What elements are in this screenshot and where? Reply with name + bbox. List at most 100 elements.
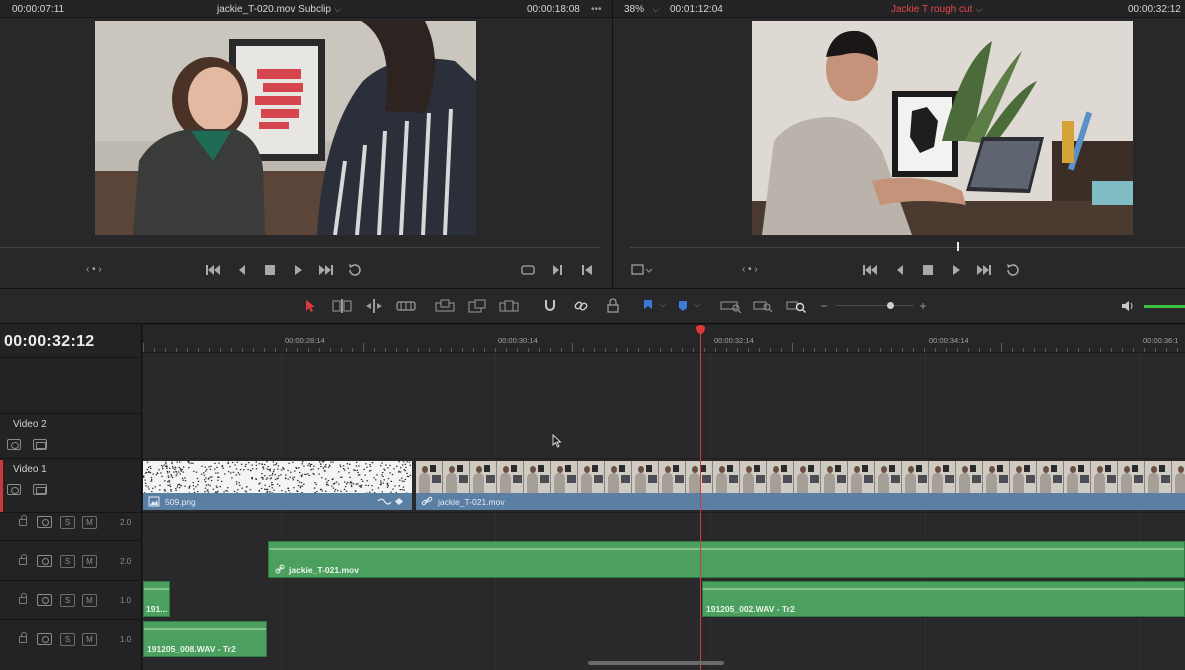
- audio-monitor-icon[interactable]: [37, 633, 52, 645]
- noise-dot: [167, 481, 169, 483]
- audio-clip-mov[interactable]: jackie_T-021.mov: [268, 541, 1185, 578]
- skip-to-end-icon[interactable]: [976, 262, 992, 278]
- noise-dot: [381, 474, 383, 476]
- source-scrub-bar[interactable]: [0, 247, 600, 248]
- solo-button[interactable]: S: [60, 555, 75, 568]
- chevron-down-icon[interactable]: ⌵: [694, 300, 700, 310]
- reverse-play-icon[interactable]: [236, 262, 248, 278]
- marker-icon[interactable]: [676, 298, 690, 314]
- reverse-play-icon[interactable]: [894, 262, 906, 278]
- zoom-out-icon[interactable]: −: [819, 298, 829, 314]
- audio-monitor-icon[interactable]: [37, 594, 52, 606]
- overwrite-clip-icon[interactable]: [466, 298, 488, 314]
- chevron-down-icon[interactable]: ⌵: [660, 300, 666, 310]
- filmstrip-frame: [524, 461, 551, 493]
- timeline-ruler[interactable]: 00:00:28:14 00:00:30:14 00:00:32:14 00:0…: [143, 325, 1185, 353]
- insert-clip-icon[interactable]: [434, 298, 456, 314]
- loop-icon[interactable]: [1005, 262, 1021, 278]
- mute-button[interactable]: M: [82, 633, 97, 646]
- lock-icon[interactable]: [19, 554, 27, 565]
- track-monitor-icon[interactable]: [33, 484, 47, 495]
- replace-clip-icon[interactable]: [498, 298, 520, 314]
- safe-area-icon[interactable]: [631, 262, 655, 278]
- flag-icon[interactable]: [641, 298, 655, 314]
- lock-icon[interactable]: [604, 298, 622, 314]
- audio-clip-wav-008[interactable]: 191205_008.WAV - Tr2: [143, 621, 267, 657]
- noise-dot: [271, 474, 273, 476]
- noise-dot: [406, 472, 408, 474]
- play-icon[interactable]: [950, 262, 962, 278]
- filmstrip-head: [476, 466, 482, 473]
- lock-icon[interactable]: [19, 593, 27, 604]
- zoom-level[interactable]: 38% ⌵: [624, 4, 659, 15]
- keyframe-curve-icon[interactable]: [377, 496, 405, 507]
- ruler-tick: [726, 348, 727, 352]
- lock-icon[interactable]: [19, 632, 27, 643]
- source-video-frame[interactable]: [95, 21, 476, 235]
- zoom-slider-thumb[interactable]: [887, 302, 894, 309]
- filmstrip-head: [773, 466, 779, 473]
- timeline-current-timecode[interactable]: 00:00:32:12: [4, 333, 94, 351]
- noise-dot: [315, 483, 317, 485]
- skip-to-end-icon[interactable]: [318, 262, 334, 278]
- zoom-slider[interactable]: [836, 298, 914, 314]
- timeline-video-frame[interactable]: [752, 21, 1133, 235]
- ruler-tick: [737, 348, 738, 352]
- solo-button[interactable]: S: [60, 594, 75, 607]
- custom-zoom-icon[interactable]: [786, 298, 808, 314]
- mute-button[interactable]: M: [82, 516, 97, 529]
- zoom-in-icon[interactable]: +: [918, 298, 928, 314]
- detail-zoom-icon[interactable]: [753, 298, 775, 314]
- noise-dot: [162, 468, 164, 470]
- match-frame-icon[interactable]: [520, 262, 536, 278]
- mark-out-icon[interactable]: [580, 262, 594, 278]
- audio-clip-wav-002[interactable]: 191205_002.WAV - Tr2: [702, 581, 1185, 617]
- track-monitor-icon[interactable]: [33, 439, 47, 450]
- speaker-icon[interactable]: [1120, 298, 1136, 314]
- filmstrip-head: [800, 466, 806, 473]
- trim-tool-icon[interactable]: [331, 298, 353, 314]
- track-name-video-2[interactable]: Video 2: [13, 419, 47, 430]
- timeline-scrub-bar[interactable]: [630, 247, 1185, 248]
- skip-to-start-icon[interactable]: [205, 262, 221, 278]
- filmstrip-frame: [632, 461, 659, 493]
- solo-button[interactable]: S: [60, 516, 75, 529]
- track-enable-icon[interactable]: [7, 439, 21, 450]
- noise-dot: [335, 481, 338, 483]
- playhead-line[interactable]: [700, 325, 701, 670]
- timeline-title[interactable]: Jackie T rough cut ⌵: [891, 4, 982, 15]
- mute-button[interactable]: M: [82, 594, 97, 607]
- audio-clip-short[interactable]: 191...: [143, 581, 170, 617]
- stop-icon[interactable]: [264, 262, 276, 278]
- noise-dot: [338, 471, 340, 473]
- mark-in-icon[interactable]: [551, 262, 565, 278]
- lock-icon[interactable]: [19, 515, 27, 526]
- audio-monitor-icon[interactable]: [37, 555, 52, 567]
- dynamic-trim-icon[interactable]: [363, 298, 385, 314]
- video-clip-mov[interactable]: jackie_T-021.mov: [416, 461, 1185, 510]
- linked-selection-icon[interactable]: [572, 298, 590, 314]
- timeline-jog-control[interactable]: ‹ • ›: [742, 262, 758, 278]
- loop-icon[interactable]: [347, 262, 363, 278]
- track-name-video-1[interactable]: Video 1: [13, 464, 47, 475]
- stop-icon[interactable]: [922, 262, 934, 278]
- track-enable-icon[interactable]: [7, 484, 21, 495]
- play-icon[interactable]: [292, 262, 304, 278]
- skip-to-start-icon[interactable]: [862, 262, 878, 278]
- source-clip-title[interactable]: jackie_T-020.mov Subclip ⌵: [217, 4, 341, 15]
- volume-meter[interactable]: [1144, 305, 1185, 308]
- audio-monitor-icon[interactable]: [37, 516, 52, 528]
- video-clip-png[interactable]: 509.png: [143, 461, 412, 510]
- source-jog-control[interactable]: ‹ • ›: [86, 262, 102, 278]
- blade-tool-icon[interactable]: [395, 298, 417, 314]
- timeline-scrub-handle[interactable]: [957, 242, 959, 251]
- timeline-horizontal-scrollbar[interactable]: [588, 661, 724, 665]
- solo-button[interactable]: S: [60, 633, 75, 646]
- more-options-icon[interactable]: •••: [591, 4, 602, 15]
- timeline-area[interactable]: 00:00:28:14 00:00:30:14 00:00:32:14 00:0…: [143, 325, 1185, 670]
- mute-button[interactable]: M: [82, 555, 97, 568]
- snapping-icon[interactable]: [541, 298, 559, 314]
- selection-tool-icon[interactable]: [302, 298, 318, 314]
- noise-dot: [313, 473, 315, 475]
- full-extent-zoom-icon[interactable]: [720, 298, 742, 314]
